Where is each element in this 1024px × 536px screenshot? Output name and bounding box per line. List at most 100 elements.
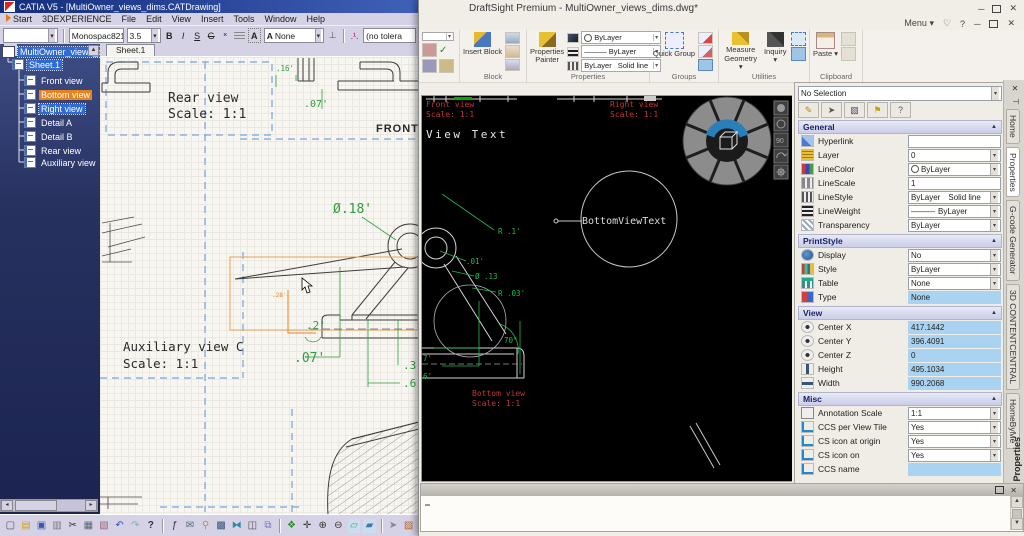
sheet-tab[interactable]: Sheet.1 — [106, 44, 155, 56]
menu-help[interactable]: Help — [306, 14, 325, 24]
menu-start[interactable]: Start — [6, 14, 32, 24]
paste-icon[interactable]: ▧ — [98, 519, 111, 533]
cs-icon-at-origin-combo[interactable]: Yes▾ — [908, 435, 1001, 448]
scroll-right-icon[interactable]: ▸ — [85, 500, 97, 511]
close-icon[interactable]: ✕ — [1010, 486, 1017, 495]
underline-button[interactable]: S — [192, 29, 203, 42]
frame-button[interactable]: A — [248, 28, 261, 43]
close-icon[interactable]: ✕ — [1012, 84, 1019, 93]
print-icon[interactable]: ▥ — [51, 519, 64, 533]
view-normal-icon[interactable]: ▱ — [348, 519, 361, 533]
close-icon[interactable]: ✕ — [1007, 18, 1015, 29]
help-icon[interactable]: ? — [144, 519, 157, 533]
view-shaded-icon[interactable]: ▰ — [363, 519, 376, 533]
comment-icon[interactable]: ✉ — [184, 519, 197, 533]
layer-combo[interactable]: 0▾ — [908, 149, 1001, 162]
tree-root[interactable]: MultiOwner_views_d — [2, 46, 100, 57]
tree-item-detail-b[interactable]: Detail B — [24, 131, 75, 142]
tree-sheet[interactable]: Sheet.1 — [12, 59, 62, 70]
table-icon[interactable]: ▩ — [215, 519, 228, 533]
image-capture-icon[interactable]: ▨ — [402, 519, 415, 533]
undo-icon[interactable]: ↶ — [113, 519, 126, 533]
ds-model-canvas[interactable]: Front view Scale: 1:1 Right view Scale: … — [421, 95, 792, 482]
superscript-button[interactable]: × — [220, 29, 231, 42]
menu-file[interactable]: File — [122, 14, 137, 24]
flag-icon[interactable]: ⚑ — [867, 102, 888, 118]
settings-icon[interactable]: ✎ — [798, 102, 819, 118]
navigation-wheel[interactable] — [683, 97, 771, 185]
menu-tools[interactable]: Tools — [233, 14, 254, 24]
tolerance-combo[interactable]: (no tolera — [363, 28, 416, 43]
fx-icon[interactable]: ƒ — [168, 519, 181, 533]
orbit-button[interactable] — [774, 117, 788, 131]
hyperlink-input[interactable] — [908, 135, 1001, 148]
selection-set-icon[interactable] — [791, 32, 806, 46]
linecolor-combo[interactable]: ByLayer▾ — [908, 163, 1001, 176]
section-misc[interactable]: Misc▲ — [798, 392, 1002, 406]
section-view[interactable]: View▲ — [798, 306, 1002, 320]
ungroup-icon[interactable] — [698, 32, 713, 44]
lock-icon[interactable]: ◫ — [246, 519, 259, 533]
position-button[interactable]: .¹. — [349, 29, 360, 42]
menu-edit[interactable]: Edit — [146, 14, 162, 24]
help-button[interactable]: ? — [960, 19, 965, 29]
cs-icon-on-combo[interactable]: Yes▾ — [908, 449, 1001, 462]
anchor-point-button[interactable]: ⊥ — [327, 29, 338, 42]
copy-icon[interactable] — [841, 32, 856, 46]
ds-title-bar[interactable]: DraftSight Premium - MultiOwner_views_di… — [419, 0, 1024, 17]
tree-item-right-view[interactable]: Right view — [24, 103, 85, 114]
bold-button[interactable]: B — [164, 29, 175, 42]
tree-item-front-view[interactable]: Front view — [24, 75, 85, 86]
catia-drawing-canvas[interactable]: .28' .16' .07' Ø.18' .2' .07' — [100, 56, 419, 515]
menu-window[interactable]: Window — [264, 14, 296, 24]
structure-icon[interactable]: ⧓ — [230, 519, 243, 533]
menu-button[interactable]: Menu ▾ — [904, 18, 934, 29]
display-combo[interactable]: No▾ — [908, 249, 1001, 262]
selection-filter-combo[interactable]: No Selection▾ — [798, 86, 1002, 101]
lineweight-combo[interactable]: ———ByLayer▾ — [908, 205, 1001, 218]
fit-all-icon[interactable]: ❖ — [285, 519, 298, 533]
pan-icon[interactable]: ✛ — [301, 519, 314, 533]
tab-gcode-generator[interactable]: G-code Generator — [1006, 200, 1020, 281]
style-combo[interactable]: ByLayer▾ — [908, 263, 1001, 276]
minimize-icon[interactable]: ─ — [978, 4, 984, 14]
section-printstyle[interactable]: PrintStyle▲ — [798, 234, 1002, 248]
anchor-combo[interactable]: ANone▾ — [264, 28, 324, 43]
command-input-area[interactable]: ▲ ▼ — [421, 496, 1023, 530]
tree-scroll-up-button[interactable]: ▲ — [88, 45, 99, 56]
layer-combo-stub[interactable]: ▾ — [422, 32, 454, 41]
linescale-input[interactable]: 1 — [908, 177, 1001, 190]
table-combo[interactable]: None▾ — [908, 277, 1001, 290]
command-scrollbar[interactable]: ▲ ▼ — [1010, 496, 1023, 530]
zoom-out-icon[interactable]: ⊖ — [332, 519, 345, 533]
font-size-combo[interactable]: 3.5▾ — [127, 28, 161, 43]
check-icon[interactable]: ✓ — [439, 45, 447, 56]
italic-button[interactable]: I — [178, 29, 189, 42]
views-icon[interactable]: ⧉ — [262, 519, 275, 533]
pin-icon[interactable]: ⊤ — [1011, 98, 1020, 105]
knowledge-icon[interactable]: ⚲ — [199, 519, 212, 533]
annotation-scale-combo[interactable]: 1:1▾ — [908, 407, 1001, 420]
favorite-icon[interactable]: ♡ — [943, 18, 951, 29]
redo-icon[interactable]: ↷ — [129, 519, 142, 533]
restore-icon[interactable] — [995, 486, 1004, 494]
open-folder-icon[interactable]: ▤ — [20, 519, 33, 533]
insert-block-button[interactable]: Insert Block — [463, 32, 502, 71]
section-general[interactable]: General▲ — [798, 120, 1002, 134]
wheel-settings-button[interactable] — [774, 165, 788, 179]
zoom-in-icon[interactable]: ⊕ — [316, 519, 329, 533]
new-doc-icon[interactable]: ▢ — [4, 519, 17, 533]
restore-icon[interactable] — [992, 5, 1001, 13]
menu-3dexperience[interactable]: 3DEXPERIENCE — [42, 14, 112, 24]
view-text-note[interactable]: View Text — [426, 128, 508, 141]
inquiry-button[interactable]: Inquiry ▾ — [762, 32, 788, 71]
block-attribute-icon[interactable] — [505, 45, 520, 57]
linestyle-combo[interactable]: ByLayerSolid line▾ — [908, 191, 1001, 204]
calculator-icon[interactable] — [791, 47, 806, 61]
edit-block-icon[interactable] — [505, 32, 520, 44]
edit-group-icon[interactable] — [698, 45, 713, 57]
palette-help-button[interactable]: ? — [890, 102, 911, 118]
transparency-combo[interactable]: ByLayer▾ — [908, 219, 1001, 232]
cut-icon[interactable] — [841, 47, 856, 61]
properties-painter-button[interactable]: Properties Painter — [530, 32, 564, 71]
